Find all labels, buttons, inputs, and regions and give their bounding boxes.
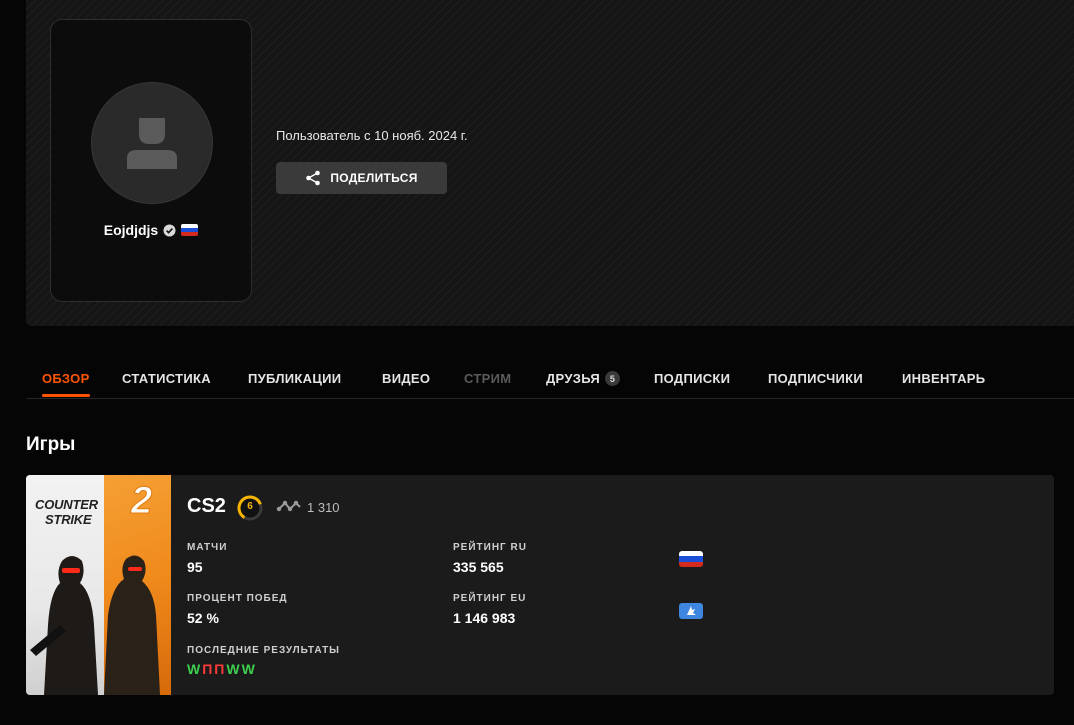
game-name: CS2 [187, 495, 226, 517]
tab-stream[interactable]: СТРИМ [464, 371, 511, 386]
rating-ru-value: 335 565 [453, 559, 504, 575]
rating-ru-label: РЕЙТИНГ RU [453, 542, 527, 553]
matches-label: МАТЧИ [187, 542, 228, 553]
share-button-label: ПОДЕЛИТЬСЯ [330, 171, 418, 185]
tab-subscribers[interactable]: ПОДПИСЧИКИ [768, 371, 863, 386]
skill-level-badge: 6 [236, 494, 264, 527]
member-since: Пользователь с 10 нояб. 2024 г. [276, 128, 468, 143]
share-icon [306, 170, 321, 186]
tab-publications[interactable]: ПУБЛИКАЦИИ [248, 371, 341, 386]
result-win: W [187, 661, 201, 677]
recent-results-label: ПОСЛЕДНИЕ РЕЗУЛЬТАТЫ [187, 645, 340, 656]
rating-eu-label: РЕЙТИНГ EU [453, 593, 527, 604]
winrate-value: 52 % [187, 610, 219, 626]
winrate-label: ПРОЦЕНТ ПОБЕД [187, 593, 288, 604]
tab-statistics[interactable]: СТАТИСТИКА [122, 371, 211, 386]
verified-icon [163, 224, 176, 236]
result-win: W [226, 661, 240, 677]
elo-icon [276, 500, 301, 512]
username: Eojdjdjs [103, 222, 159, 238]
matches-value: 95 [187, 559, 203, 575]
russia-region-flag-icon [679, 551, 703, 567]
share-button[interactable]: ПОДЕЛИТЬСЯ [276, 162, 447, 194]
elo-value: 1 310 [307, 500, 340, 515]
tab-friends[interactable]: ДРУЗЬЯ 5 [546, 371, 620, 386]
tab-subscriptions[interactable]: ПОДПИСКИ [654, 371, 730, 386]
game-cover-image: COUNTER STRIKE 2 [26, 475, 171, 695]
skill-level-value: 6 [247, 501, 253, 512]
tab-inventory[interactable]: ИНВЕНТАРЬ [902, 371, 985, 386]
active-tab-indicator [42, 394, 90, 397]
rating-eu-value: 1 146 983 [453, 610, 516, 626]
recent-results: W П П W W [187, 661, 255, 677]
friends-count-badge: 5 [604, 371, 620, 386]
russia-flag-icon [181, 224, 199, 236]
game-card-cs2[interactable]: COUNTER STRIKE 2 CS2 6 1 310 МАТЧИ 95 ПР… [26, 475, 1054, 695]
avatar [91, 82, 213, 204]
username-row: Eojdjdjs [51, 220, 251, 240]
result-win: W [241, 661, 255, 677]
tab-overview[interactable]: ОБЗОР [42, 371, 90, 386]
user-placeholder-icon [127, 118, 177, 169]
result-loss: П [202, 661, 213, 677]
result-loss: П [214, 661, 225, 677]
tab-video[interactable]: ВИДЕО [382, 371, 430, 386]
games-section-title: Игры [26, 434, 76, 455]
cover-logo: COUNTER STRIKE 2 [35, 480, 153, 528]
profile-tabs: ОБЗОР СТАТИСТИКА ПУБЛИКАЦИИ ВИДЕО СТРИМ … [26, 358, 1074, 399]
eu-region-icon [679, 603, 703, 619]
profile-card: Eojdjdjs [50, 19, 252, 302]
eu-region-glyph-icon [687, 606, 696, 615]
